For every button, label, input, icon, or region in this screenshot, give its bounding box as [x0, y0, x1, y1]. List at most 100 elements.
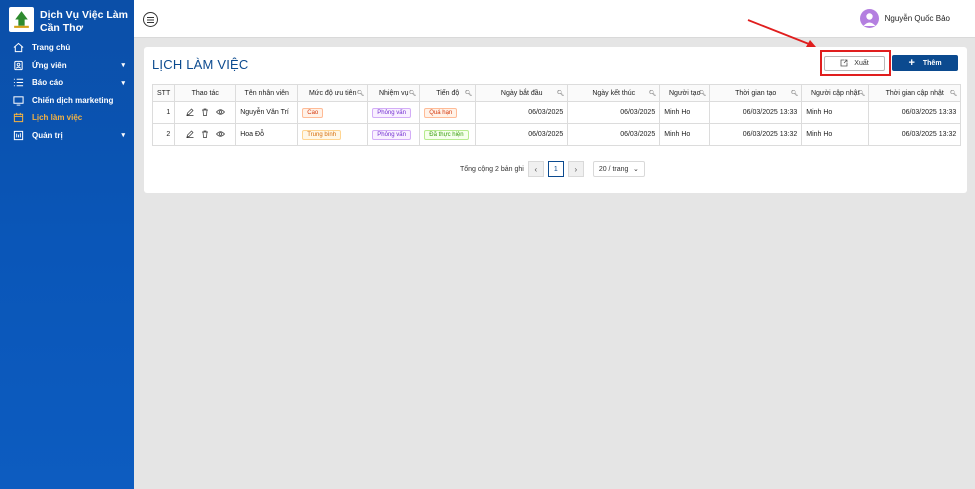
- cell-task: Phỏng vấn: [367, 123, 421, 146]
- logo: [9, 7, 34, 32]
- total-records: Tổng cộng 2 bản ghi: [460, 165, 524, 173]
- cell-name: Nguyễn Văn Trí: [235, 101, 299, 124]
- column-header: Thời gian tạo 🔍︎: [709, 84, 803, 102]
- sidebar-item-label: Báo cáo: [32, 78, 64, 88]
- export-label: Xuất: [854, 60, 869, 67]
- user-name: Nguyễn Quốc Bảo: [884, 14, 950, 23]
- hamburger-icon: [147, 16, 154, 23]
- column-header: Tiến độ 🔍︎: [419, 84, 477, 102]
- table-header-row: STT Thao tác Tên nhân viên Mức độ ưu tiê…: [151, 84, 962, 102]
- cell-task: Phỏng vấn: [367, 101, 421, 124]
- sidebar-item-label: Chiến dịch marketing: [32, 95, 114, 105]
- cell-name: Hoa Đỗ: [235, 123, 299, 146]
- header-label: Thao tác: [191, 89, 219, 97]
- sidebar-item-schedule[interactable]: Lịch làm việc: [0, 109, 134, 127]
- column-header: Thao tác: [174, 84, 237, 102]
- header-label: Thời gian tạo: [735, 89, 777, 97]
- menu-toggle-button[interactable]: [143, 12, 158, 27]
- column-header: Nhiệm vụ 🔍︎: [367, 84, 421, 102]
- column-header: Người tạo 🔍︎: [659, 84, 711, 102]
- sidebar-item-label: Trang chủ: [32, 43, 71, 53]
- user-menu[interactable]: Nguyễn Quốc Bảo: [859, 9, 950, 28]
- search-icon[interactable]: 🔍︎: [950, 90, 958, 97]
- search-icon[interactable]: 🔍︎: [465, 90, 473, 97]
- search-icon[interactable]: 🔍︎: [557, 90, 565, 97]
- delete-icon[interactable]: [201, 108, 209, 118]
- chevron-down-icon: ▾: [121, 79, 125, 87]
- sidebar-item-admin[interactable]: Quản trị ▾: [0, 127, 134, 145]
- search-icon[interactable]: 🔍︎: [649, 90, 657, 97]
- column-header: Tên nhân viên: [235, 84, 299, 102]
- page-size-label: 20 / trang: [598, 165, 629, 173]
- table-row: 2 Hoa Đỗ Trung bình Phỏng vấn Đã thực hi…: [151, 123, 962, 146]
- chevron-right-icon: ›: [574, 164, 578, 174]
- search-icon[interactable]: 🔍︎: [409, 90, 417, 97]
- header-label: Ngày bắt đầu: [500, 89, 543, 97]
- cell-updated-time: 06/03/2025 13:32: [868, 123, 962, 146]
- edit-icon[interactable]: [186, 130, 194, 140]
- chevron-down-icon: ▾: [121, 132, 125, 140]
- cell-progress: Quá hạn: [419, 101, 477, 124]
- progress-tag: Đã thực hiện: [424, 129, 469, 140]
- sidebar-item-reports[interactable]: Báo cáo ▾: [0, 74, 134, 92]
- table-row: 1 Nguyễn Văn Trí Cao Phỏng vấn Quá hạn 0…: [151, 101, 962, 124]
- priority-tag: Trung bình: [302, 129, 342, 140]
- export-icon: [840, 59, 848, 69]
- page-number-button[interactable]: 1: [547, 161, 564, 177]
- brand-name: Dịch Vụ Việc Làm Cần Thơ: [40, 7, 128, 35]
- export-button[interactable]: Xuất: [824, 56, 885, 71]
- brand-line1: Dịch Vụ Việc Làm: [40, 9, 128, 21]
- progress-tag: Quá hạn: [424, 107, 458, 118]
- avatar: [859, 9, 879, 28]
- view-icon[interactable]: [215, 130, 225, 140]
- column-header: Ngày kết thúc 🔍︎: [567, 84, 661, 102]
- column-header: Ngày bắt đầu 🔍︎: [475, 84, 569, 102]
- cell-actions: [174, 101, 237, 124]
- task-tag: Phỏng vấn: [372, 129, 411, 140]
- search-icon[interactable]: 🔍︎: [699, 90, 707, 97]
- brand-line2: Cần Thơ: [40, 22, 84, 34]
- add-label: Thêm: [922, 59, 942, 67]
- add-button[interactable]: + Thêm: [892, 55, 958, 71]
- view-icon[interactable]: [215, 108, 225, 118]
- cell-start-date: 06/03/2025: [475, 101, 569, 124]
- cell-updater: Minh Ho: [801, 123, 870, 146]
- search-icon[interactable]: 🔍︎: [858, 90, 866, 97]
- cell-end-date: 06/03/2025: [567, 123, 661, 146]
- header-label: Nhiệm vụ: [378, 89, 409, 97]
- cell-priority: Cao: [297, 101, 369, 124]
- user-icon: [12, 59, 24, 71]
- cell-stt: 1: [151, 101, 176, 124]
- chevron-down-icon: ▾: [121, 62, 125, 70]
- sidebar-item-label: Quản trị: [32, 130, 63, 140]
- sidebar-item-marketing[interactable]: Chiến dịch marketing: [0, 92, 134, 110]
- cell-creator: Minh Ho: [659, 123, 711, 146]
- sidebar-item-home[interactable]: Trang chủ: [0, 39, 134, 57]
- header-label: Ngày kết thúc: [592, 89, 636, 97]
- schedule-table: STT Thao tác Tên nhân viên Mức độ ưu tiê…: [151, 84, 962, 146]
- sidebar-item-candidates[interactable]: Ứng viên ▾: [0, 57, 134, 75]
- priority-tag: Cao: [302, 107, 324, 118]
- header-label: Mức độ ưu tiên: [308, 89, 357, 97]
- admin-icon: [12, 129, 24, 141]
- header-label: Tên nhân viên: [244, 89, 289, 97]
- edit-icon[interactable]: [186, 108, 194, 118]
- brand[interactable]: Dịch Vụ Việc Làm Cần Thơ: [0, 0, 134, 38]
- column-header: Thời gian cập nhật 🔍︎: [868, 84, 962, 102]
- header-label: Người cập nhật: [810, 89, 860, 97]
- home-icon: [12, 42, 24, 54]
- cell-actions: [174, 123, 237, 146]
- delete-icon[interactable]: [201, 130, 209, 140]
- search-icon[interactable]: 🔍︎: [357, 90, 365, 97]
- sidebar: Dịch Vụ Việc Làm Cần Thơ Trang chủ Ứng v…: [0, 0, 134, 489]
- chevron-left-icon: ‹: [534, 164, 538, 174]
- header-label: Tiến độ: [436, 89, 460, 97]
- search-icon[interactable]: 🔍︎: [791, 90, 799, 97]
- cell-created-time: 06/03/2025 13:33: [709, 101, 803, 124]
- cell-updated-time: 06/03/2025 13:33: [868, 101, 962, 124]
- page-size-select[interactable]: 20 / trang ⌄: [592, 161, 645, 177]
- column-header: Người cập nhật 🔍︎: [801, 84, 870, 102]
- cell-created-time: 06/03/2025 13:32: [709, 123, 803, 146]
- prev-page-button[interactable]: ‹: [527, 161, 544, 177]
- next-page-button[interactable]: ›: [567, 161, 584, 177]
